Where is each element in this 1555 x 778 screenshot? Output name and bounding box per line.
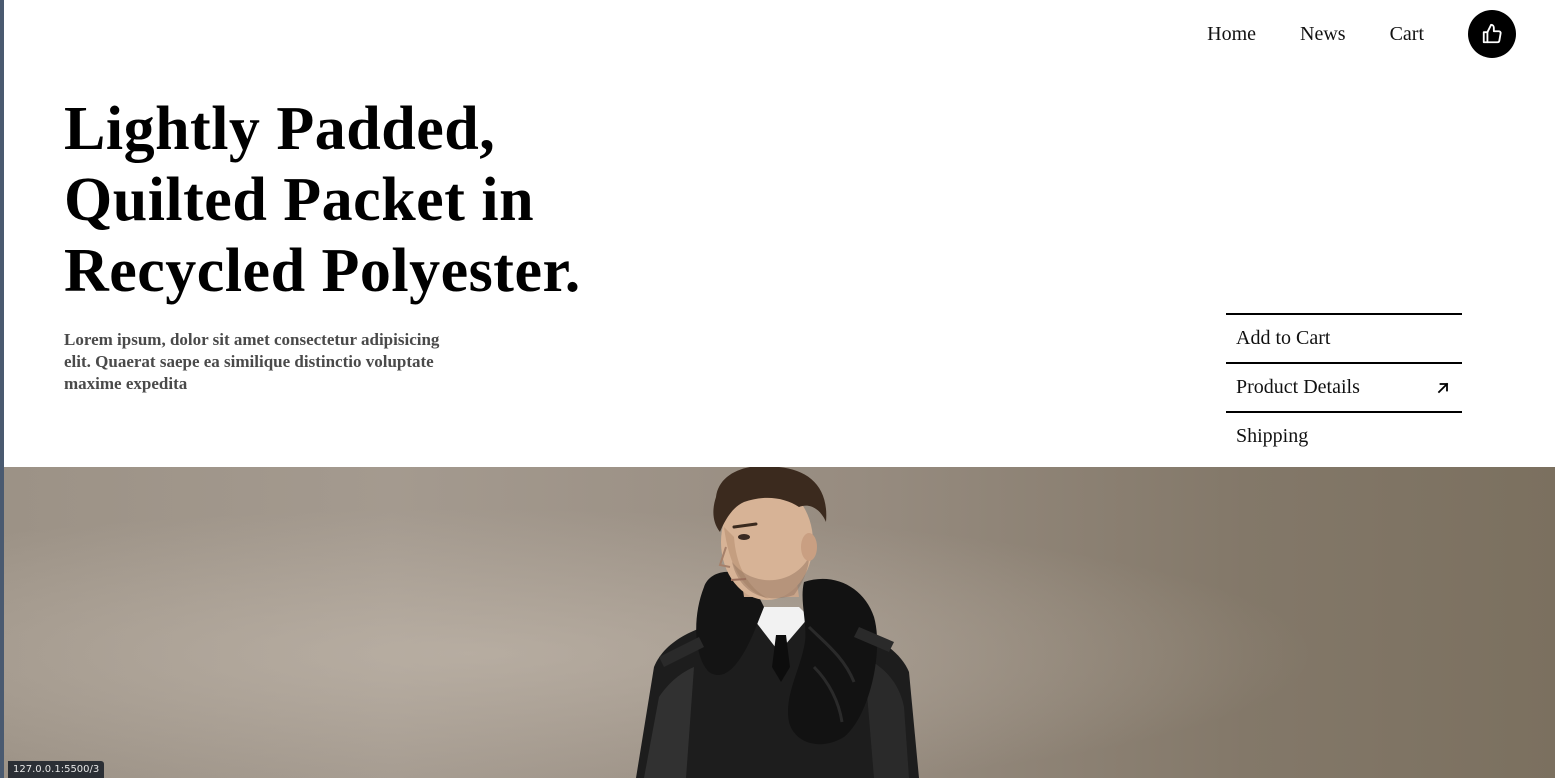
hero-product-image: [4, 467, 1555, 778]
like-button[interactable]: [1468, 10, 1516, 58]
nav-home-link[interactable]: Home: [1207, 23, 1256, 46]
arrow-up-right-icon: [1437, 382, 1449, 393]
hero-title: Lightly Padded, Quilted Packet in Recycl…: [64, 95, 581, 305]
model-figure: [636, 467, 919, 778]
main-nav: Home News Cart: [1207, 10, 1516, 58]
shipping-label: Shipping: [1236, 425, 1309, 447]
page: Home News Cart Lightly Padded, Quilted P…: [4, 0, 1555, 778]
product-details-label: Product Details: [1236, 376, 1360, 398]
nav-cart-link[interactable]: Cart: [1390, 23, 1424, 46]
shipping-item[interactable]: Shipping: [1226, 413, 1462, 460]
product-side-menu: Add to Cart Product Details Shipping: [1226, 313, 1462, 460]
add-to-cart-label: Add to Cart: [1236, 327, 1331, 349]
add-to-cart-item[interactable]: Add to Cart: [1226, 315, 1462, 364]
hero-description: Lorem ipsum, dolor sit amet consectetur …: [64, 330, 440, 393]
thumbs-up-icon: [1482, 23, 1502, 44]
status-bar-url: 127.0.0.1:5500/3: [8, 761, 105, 778]
product-details-item[interactable]: Product Details: [1226, 364, 1462, 413]
nav-news-link[interactable]: News: [1300, 23, 1346, 46]
